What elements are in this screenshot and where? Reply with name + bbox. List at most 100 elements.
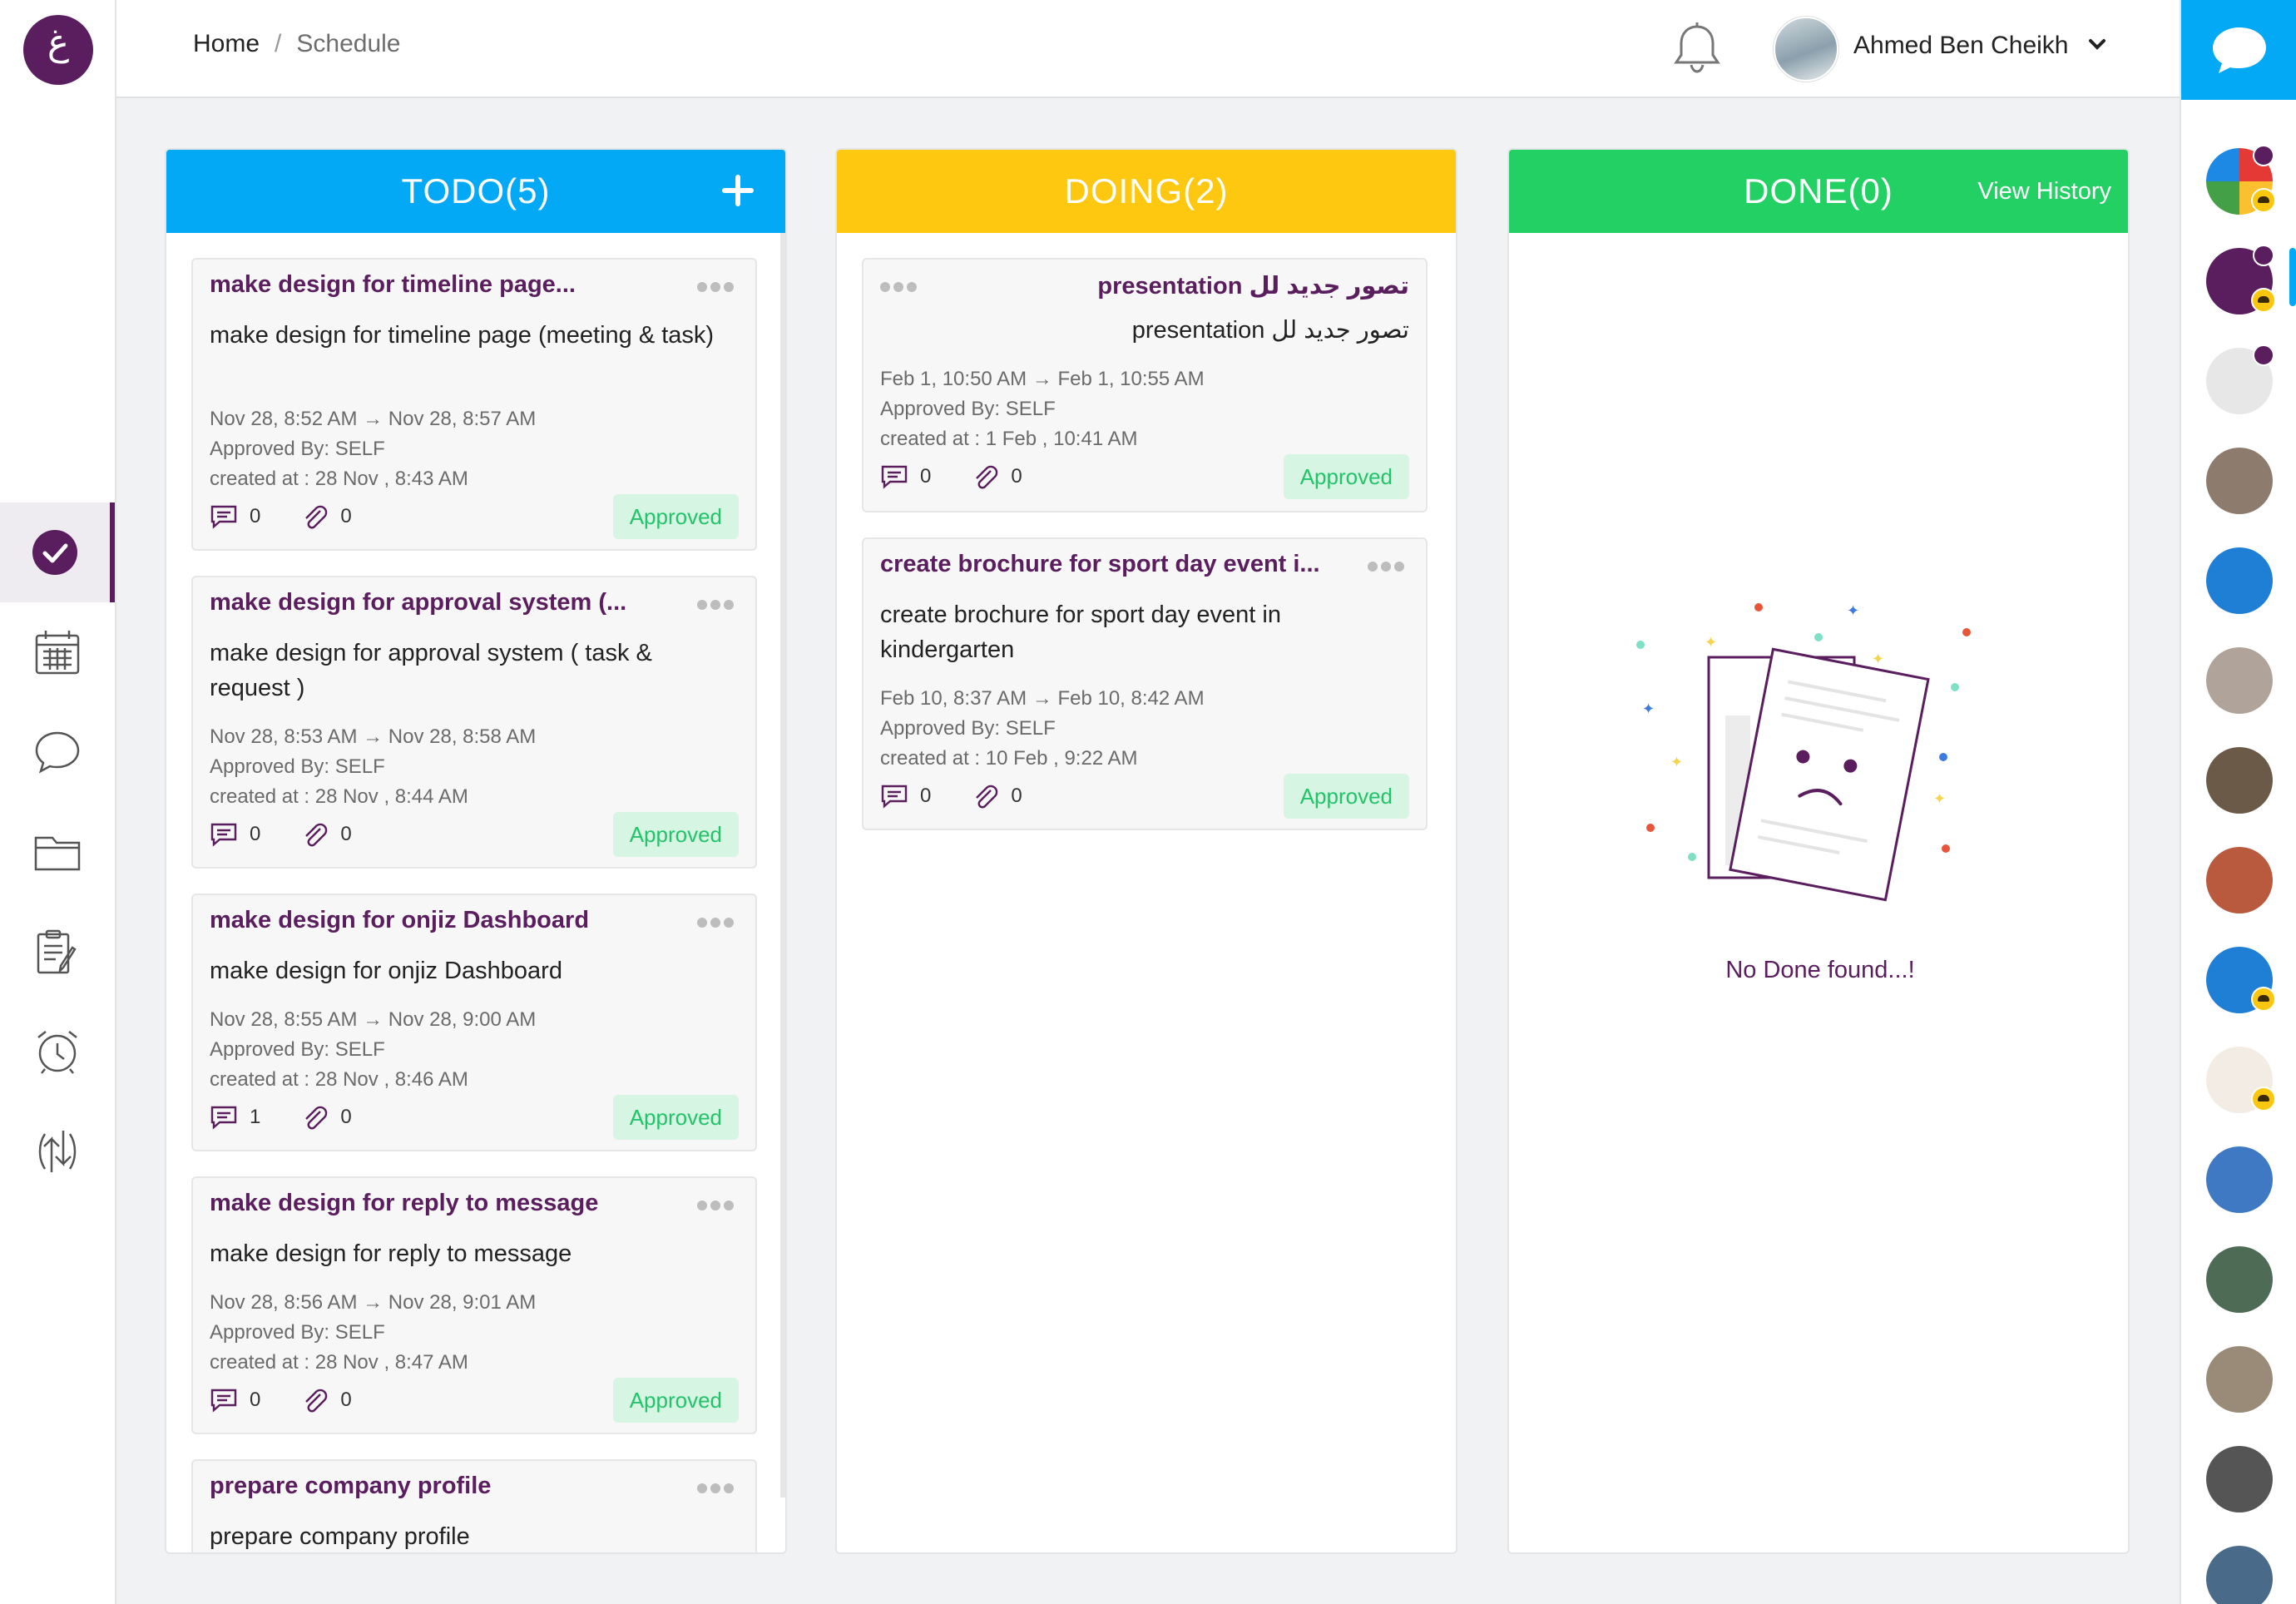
column-done: DONE(0) View History ✦ ✦ ✦ ✦ ✦ ✦ No Done… xyxy=(1507,148,2130,1554)
card-more-icon[interactable] xyxy=(697,1483,739,1494)
attachment-count: 0 xyxy=(340,1106,352,1128)
nav-sync[interactable] xyxy=(0,1102,115,1201)
task-description: make design for timeline page (meeting &… xyxy=(210,322,715,349)
task-approved-by: Approved By: SELF xyxy=(210,1321,385,1344)
group-avatar[interactable] xyxy=(2206,1047,2276,1113)
task-created-at: created at : 10 Feb , 9:22 AM xyxy=(880,747,1138,770)
contact-avatar[interactable] xyxy=(2206,847,2273,913)
group-avatar[interactable] xyxy=(2206,947,2276,1013)
contact-avatar[interactable] xyxy=(2206,448,2273,514)
comment-count: 0 xyxy=(250,823,261,845)
task-card[interactable]: make design for reply to message make de… xyxy=(191,1176,757,1434)
column-todo-scrollbar[interactable] xyxy=(780,233,785,1498)
status-badge: Approved xyxy=(612,1095,739,1140)
contact-avatar[interactable] xyxy=(2206,647,2273,714)
comment-icon[interactable] xyxy=(880,784,908,809)
app-logo[interactable] xyxy=(23,15,93,85)
card-more-icon[interactable] xyxy=(697,599,739,611)
contact-avatar[interactable] xyxy=(2206,1546,2273,1604)
card-more-icon[interactable] xyxy=(697,1200,739,1211)
attachment-icon[interactable] xyxy=(300,1105,329,1130)
contact-avatar[interactable] xyxy=(2206,1346,2273,1413)
comment-icon[interactable] xyxy=(210,504,238,529)
task-title: تصور جديد لل presentation xyxy=(1097,273,1409,300)
group-avatar[interactable] xyxy=(2206,145,2276,215)
task-card[interactable]: make design for approval system (... mak… xyxy=(191,576,757,869)
empty-state-illustration: ✦ ✦ ✦ ✦ ✦ ✦ xyxy=(1636,602,1971,902)
rail-scrollbar[interactable] xyxy=(2289,248,2296,306)
bell-icon[interactable] xyxy=(1672,22,1722,75)
nav-tasks[interactable] xyxy=(0,502,115,602)
column-todo-title: TODO(5) xyxy=(401,171,551,210)
task-title: create brochure for sport day event i... xyxy=(880,551,1320,577)
attachment-icon[interactable] xyxy=(300,1388,329,1413)
comment-icon[interactable] xyxy=(210,1388,238,1413)
svg-text:✦: ✦ xyxy=(1933,790,1946,807)
task-description: prepare company profile xyxy=(210,1523,470,1550)
svg-text:✦: ✦ xyxy=(1847,602,1859,619)
comment-icon[interactable] xyxy=(210,822,238,847)
status-badge: Approved xyxy=(1283,774,1409,819)
right-rail xyxy=(2180,0,2296,1604)
chat-toggle-button[interactable] xyxy=(2181,0,2296,100)
task-footer: 0 0 xyxy=(880,463,1062,491)
svg-text:✦: ✦ xyxy=(1705,634,1717,651)
task-description: make design for reply to message xyxy=(210,1240,572,1267)
chevron-down-icon[interactable] xyxy=(2088,35,2106,53)
attachment-count: 0 xyxy=(340,505,352,527)
attachment-icon[interactable] xyxy=(300,822,329,847)
contact-avatar[interactable] xyxy=(2206,1146,2273,1213)
comment-icon[interactable] xyxy=(880,464,908,489)
task-created-at: created at : 28 Nov , 8:43 AM xyxy=(210,468,468,490)
task-title: prepare company profile xyxy=(210,1473,492,1499)
card-more-icon[interactable] xyxy=(880,281,922,293)
left-sidebar xyxy=(0,0,116,1604)
task-description: make design for approval system ( task &… xyxy=(210,640,652,701)
task-approved-by: Approved By: SELF xyxy=(210,438,385,460)
nav-chat[interactable] xyxy=(0,702,115,802)
comment-count: 0 xyxy=(920,465,932,488)
nav-reminders[interactable] xyxy=(0,1002,115,1102)
task-footer: 0 0 xyxy=(210,820,392,849)
user-avatar[interactable] xyxy=(1774,17,1838,82)
attachment-count: 0 xyxy=(1011,785,1022,807)
attachment-icon[interactable] xyxy=(300,504,329,529)
card-more-icon[interactable] xyxy=(697,281,739,293)
empty-state-text: No Done found...! xyxy=(1725,957,1915,983)
comment-count: 0 xyxy=(250,1389,261,1411)
task-card[interactable]: create brochure for sport day event i...… xyxy=(862,537,1428,830)
contact-avatar[interactable] xyxy=(2206,747,2273,814)
user-name[interactable]: Ahmed Ben Cheikh xyxy=(1853,32,2069,60)
breadcrumb-home[interactable]: Home xyxy=(193,30,260,58)
task-footer: 1 0 xyxy=(210,1103,392,1131)
add-task-button[interactable] xyxy=(720,173,755,208)
card-more-icon[interactable] xyxy=(697,917,739,928)
contact-avatar[interactable] xyxy=(2206,547,2273,614)
contact-avatar[interactable] xyxy=(2206,1446,2273,1512)
task-created-at: created at : 28 Nov , 8:44 AM xyxy=(210,785,468,808)
task-dates: Nov 28, 8:53 AM → Nov 28, 8:58 AM xyxy=(210,725,537,748)
nav-notes[interactable] xyxy=(0,902,115,1002)
task-card[interactable]: make design for timeline page... make de… xyxy=(191,258,757,551)
task-card[interactable]: make design for onjiz Dashboard make des… xyxy=(191,894,757,1151)
status-badge: Approved xyxy=(1283,454,1409,499)
svg-text:✦: ✦ xyxy=(1642,701,1655,717)
comment-icon[interactable] xyxy=(210,1105,238,1130)
attachment-icon[interactable] xyxy=(971,464,999,489)
column-done-header: DONE(0) View History xyxy=(1509,150,2128,233)
task-card[interactable]: تصور جديد لل presentation تصور جديد لل p… xyxy=(862,258,1428,512)
card-more-icon[interactable] xyxy=(1368,561,1409,572)
view-history-link[interactable]: View History xyxy=(1977,178,2111,205)
nav-calendar[interactable] xyxy=(0,602,115,702)
task-dates: Feb 1, 10:50 AM → Feb 1, 10:55 AM xyxy=(880,368,1205,390)
attachment-icon[interactable] xyxy=(971,784,999,809)
top-bar: Home / Schedule Ahmed Ben Cheikh xyxy=(116,0,2180,98)
task-card[interactable]: prepare company profile prepare company … xyxy=(191,1459,757,1552)
alarm-clock-icon xyxy=(37,1031,77,1074)
contact-avatar[interactable] xyxy=(2206,344,2274,414)
breadcrumb-separator: / xyxy=(275,30,282,57)
nav-files[interactable] xyxy=(0,802,115,902)
contact-avatar[interactable] xyxy=(2206,1246,2273,1313)
task-approved-by: Approved By: SELF xyxy=(880,717,1056,740)
group-avatar[interactable] xyxy=(2206,245,2276,314)
